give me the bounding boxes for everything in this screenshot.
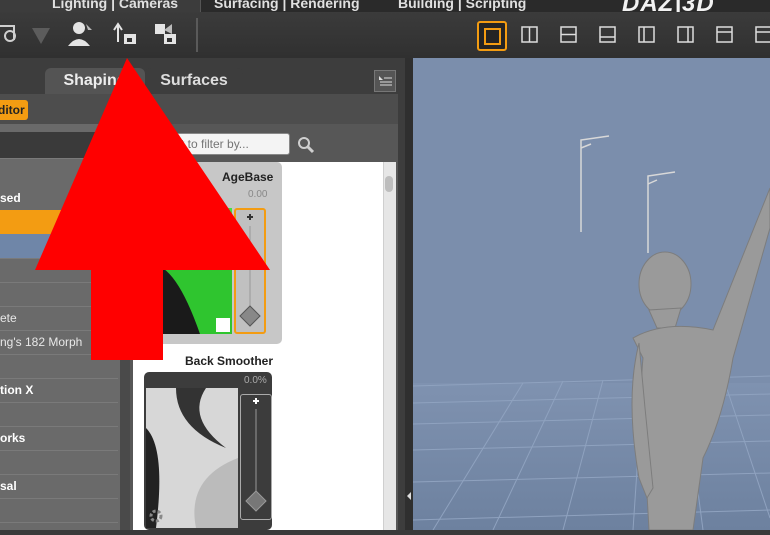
fit-to-icon[interactable]: [152, 20, 180, 48]
pane-options-button[interactable]: [374, 70, 396, 92]
tab-label: Lighting | Cameras: [52, 0, 179, 11]
layout-quad-button[interactable]: [750, 21, 770, 51]
property-value: 0.0%: [244, 375, 267, 386]
layout-right-pane-button[interactable]: [672, 21, 702, 51]
property-scrollbar[interactable]: [383, 162, 396, 530]
pane-divider[interactable]: [405, 58, 413, 530]
property-scrollbar-thumb[interactable]: [385, 176, 393, 192]
viewport-scene: [413, 135, 770, 530]
figure-select-icon[interactable]: [66, 20, 94, 48]
category-item[interactable]: [0, 498, 118, 523]
tab-label: Building | Scripting: [398, 0, 527, 11]
layout-bottom-pane-button[interactable]: [594, 21, 624, 51]
property-card-back-smoother[interactable]: 0.0%: [144, 372, 272, 530]
3d-viewport[interactable]: [413, 58, 770, 530]
category-item[interactable]: [0, 402, 118, 427]
search-icon[interactable]: [296, 135, 316, 155]
toolbar-separator: [196, 18, 198, 52]
category-item[interactable]: tion X: [0, 378, 118, 403]
layout-single-button[interactable]: [477, 21, 507, 51]
editor-tab-button[interactable]: ditor: [0, 100, 28, 120]
daz-logo: DAZ|3D: [622, 0, 715, 12]
property-thumbnail: [146, 388, 238, 528]
layout-left-pane-button[interactable]: [633, 21, 663, 51]
layout-top-pane-button[interactable]: [711, 21, 741, 51]
category-item[interactable]: orks: [0, 426, 118, 451]
annotation-arrow-icon: [35, 58, 270, 360]
category-item[interactable]: sal: [0, 474, 118, 499]
node-tool-icon[interactable]: [0, 20, 24, 48]
funnel-icon[interactable]: [28, 20, 56, 48]
layout-vertical-split-button[interactable]: [516, 21, 546, 51]
category-item[interactable]: [0, 450, 118, 475]
gear-icon[interactable]: [148, 508, 164, 529]
layout-horizontal-split-button[interactable]: [555, 21, 585, 51]
tab-surfacing-rendering[interactable]: Surfacing | Rendering: [214, 0, 360, 12]
tab-label: Surfacing | Rendering: [214, 0, 360, 11]
tab-building-scripting[interactable]: Building | Scripting: [398, 0, 526, 12]
tab-lighting-cameras[interactable]: ng Lighting | Cameras: [0, 0, 201, 12]
menu-bar: ng Lighting | Cameras Surfacing | Render…: [0, 0, 770, 12]
property-slider[interactable]: [240, 394, 272, 520]
toolbar: [0, 12, 770, 59]
transfer-utility-icon[interactable]: [112, 20, 140, 48]
